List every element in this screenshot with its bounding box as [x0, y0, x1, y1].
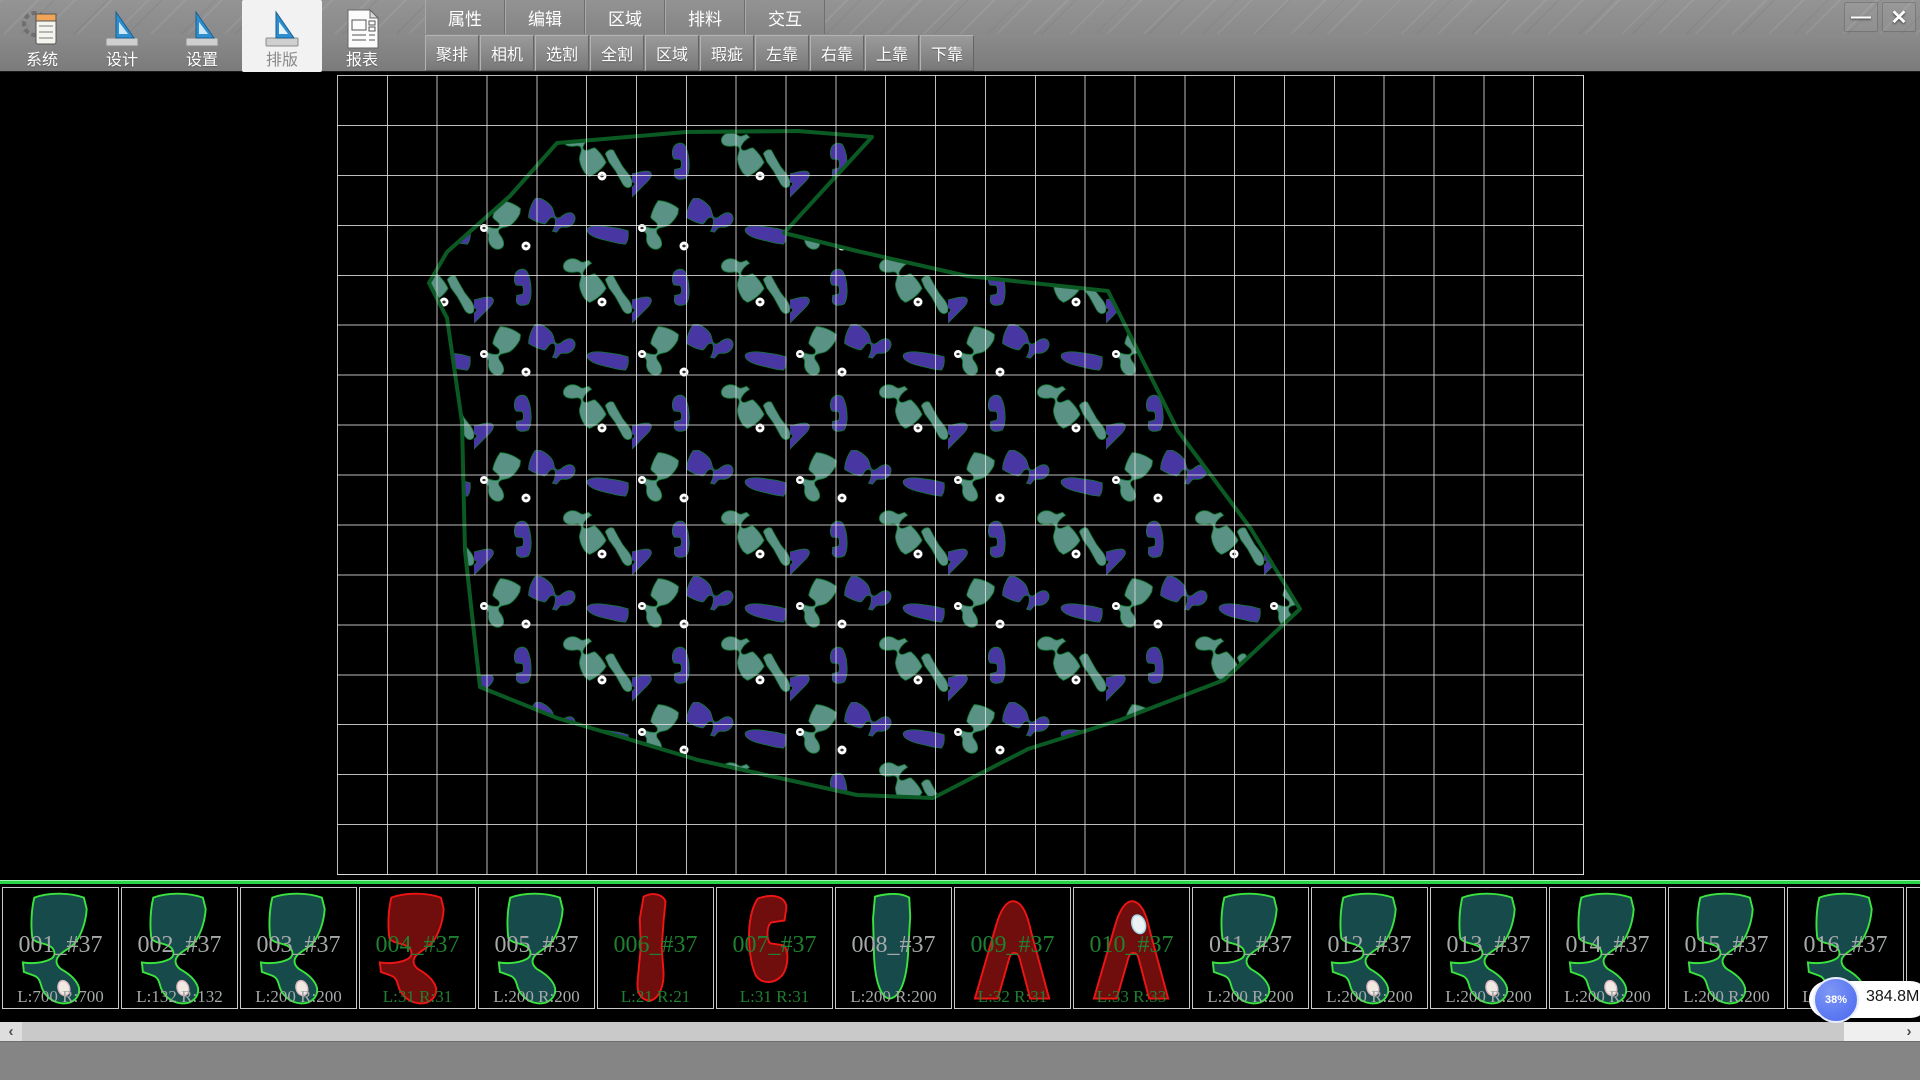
part-cell[interactable]: 009_#37 L:32 R:31	[954, 887, 1071, 1009]
menu-tab-edit[interactable]: 编辑	[505, 0, 585, 34]
part-lr-count-label: L:33 R:33	[1074, 987, 1189, 1007]
part-lr-count-label: L:200 R:200	[1669, 987, 1784, 1007]
part-id-label: 002_#37	[122, 932, 237, 959]
design-button[interactable]: 设计	[82, 0, 162, 72]
tool-align-bottom[interactable]: 下靠	[920, 35, 974, 71]
part-id-label: 003_#37	[241, 932, 356, 959]
part-id-label: 0	[1907, 932, 1920, 959]
part-lr-count-label: L:132 R:132	[122, 987, 237, 1007]
part-cell[interactable]: 001_#37 L:700 R:700	[2, 887, 119, 1009]
system-button[interactable]: 系统	[2, 0, 82, 72]
part-cell[interactable]: 012_#37 L:200 R:200	[1311, 887, 1428, 1009]
part-lr-count-label: L:200 R:200	[1431, 987, 1546, 1007]
layout-button-active[interactable]: 排版	[242, 0, 322, 72]
strip-separator-line	[0, 880, 1920, 884]
part-cell[interactable]: 006_#37 L:21 R:21	[597, 887, 714, 1009]
main-toolbar-label: 排版	[266, 52, 298, 69]
scroll-right-icon[interactable]: ›	[1898, 1022, 1920, 1041]
part-id-label: 013_#37	[1431, 932, 1546, 959]
tool-cut-all[interactable]: 全割	[590, 35, 644, 71]
tool-buttons: 聚排 相机 选割 全割 区域 瑕疵 左靠 右靠 上靠 下靠	[425, 35, 975, 71]
parts-list: 001_#37 L:700 R:700 002_#37 L:132 R:132 …	[2, 887, 1920, 1009]
tool-cluster-nest[interactable]: 聚排	[425, 35, 479, 71]
part-id-label: 006_#37	[598, 932, 713, 959]
progress-percent-label: 38%	[1825, 994, 1847, 1006]
part-lr-count-label: L:31 R:31	[360, 987, 475, 1007]
main-toolbar-label: 设计	[106, 52, 138, 69]
part-id-label: 011_#37	[1193, 932, 1308, 959]
part-lr-count-label: L:200 R:200	[241, 987, 356, 1007]
part-id-label: 007_#37	[717, 932, 832, 959]
tool-defect[interactable]: 瑕疵	[700, 35, 754, 71]
part-id-label: 001_#37	[3, 932, 118, 959]
scrollbar-thumb[interactable]	[22, 1022, 1844, 1041]
part-cell[interactable]: 014_#37 L:200 R:200	[1549, 887, 1666, 1009]
window-controls: — ✕	[1844, 2, 1916, 32]
triangle-ruler-icon	[180, 6, 224, 52]
menu-tab-interact[interactable]: 交互	[745, 0, 825, 34]
tool-select-cut[interactable]: 选割	[535, 35, 589, 71]
part-cell[interactable]: 002_#37 L:132 R:132	[121, 887, 238, 1009]
progress-circle: 38%	[1813, 977, 1859, 1023]
menu-tab-nesting[interactable]: 排料	[665, 0, 745, 34]
tool-camera[interactable]: 相机	[480, 35, 534, 71]
tool-align-top[interactable]: 上靠	[865, 35, 919, 71]
part-lr-count-label: L:200 R:200	[1193, 987, 1308, 1007]
report-doc-icon	[340, 6, 384, 52]
part-id-label: 014_#37	[1550, 932, 1665, 959]
menu-tab-region[interactable]: 区域	[585, 0, 665, 34]
part-lr-count-label: L:31 R:31	[717, 987, 832, 1007]
part-id-label: 005_#37	[479, 932, 594, 959]
part-id-label: 012_#37	[1312, 932, 1427, 959]
parts-strip: 001_#37 L:700 R:700 002_#37 L:132 R:132 …	[0, 878, 1920, 1022]
part-id-label: 015_#37	[1669, 932, 1784, 959]
part-cell[interactable]: 011_#37 L:200 R:200	[1192, 887, 1309, 1009]
horizontal-scrollbar[interactable]: ‹ ›	[0, 1022, 1920, 1041]
part-id-label: 004_#37	[360, 932, 475, 959]
menu-tabs: 属性 编辑 区域 排料 交互	[425, 0, 825, 34]
tool-align-left[interactable]: 左靠	[755, 35, 809, 71]
part-id-label: 016_#37	[1788, 932, 1903, 959]
part-id-label: 009_#37	[955, 932, 1070, 959]
status-bar	[0, 1041, 1920, 1080]
part-cell[interactable]: 007_#37 L:31 R:31	[716, 887, 833, 1009]
settings-button[interactable]: 设置	[162, 0, 242, 72]
part-cell[interactable]: 015_#37 L:200 R:200	[1668, 887, 1785, 1009]
minimize-button[interactable]: —	[1844, 2, 1878, 32]
part-cell[interactable]: 005_#37 L:200 R:200	[478, 887, 595, 1009]
main-toolbar-label: 设置	[186, 52, 218, 69]
part-cell[interactable]: 003_#37 L:200 R:200	[240, 887, 357, 1009]
part-cell[interactable]: 013_#37 L:200 R:200	[1430, 887, 1547, 1009]
part-lr-count-label: L:32 R:31	[955, 987, 1070, 1007]
part-lr-count-label: L:200 R:200	[836, 987, 951, 1007]
report-button[interactable]: 报表	[322, 0, 402, 72]
part-lr-count-label: L:200 R:200	[479, 987, 594, 1007]
gear-doc-icon	[20, 6, 64, 52]
part-cell[interactable]: 008_#37 L:200 R:200	[835, 887, 952, 1009]
memory-usage-label: 384.8M	[1866, 988, 1919, 1006]
part-lr-count-label: L:700 R:700	[3, 987, 118, 1007]
tool-align-right[interactable]: 右靠	[810, 35, 864, 71]
part-cell[interactable]: 010_#37 L:33 R:33	[1073, 887, 1190, 1009]
main-toolbar-label: 报表	[346, 52, 378, 69]
part-lr-count-label: L:200 R:200	[1312, 987, 1427, 1007]
toolbar: 系统 设计	[0, 0, 1920, 72]
part-id-label: 008_#37	[836, 932, 951, 959]
main-toolbar: 系统 设计	[2, 0, 402, 72]
part-id-label: 010_#37	[1074, 932, 1189, 959]
main-toolbar-label: 系统	[26, 52, 58, 69]
part-lr-count-label: L:200 R:200	[1550, 987, 1665, 1007]
leather-hide-outline[interactable]	[429, 131, 1300, 798]
menu-tab-properties[interactable]: 属性	[425, 0, 505, 34]
triangle-ruler-icon	[100, 6, 144, 52]
part-cell[interactable]: 004_#37 L:31 R:31	[359, 887, 476, 1009]
part-lr-count-label: L:21 R:21	[598, 987, 713, 1007]
triangle-ruler-icon	[260, 6, 304, 52]
nesting-app-window: 系统 设计	[0, 0, 1920, 1080]
tool-region[interactable]: 区域	[645, 35, 699, 71]
scroll-left-icon[interactable]: ‹	[0, 1022, 22, 1041]
close-button[interactable]: ✕	[1882, 2, 1916, 32]
